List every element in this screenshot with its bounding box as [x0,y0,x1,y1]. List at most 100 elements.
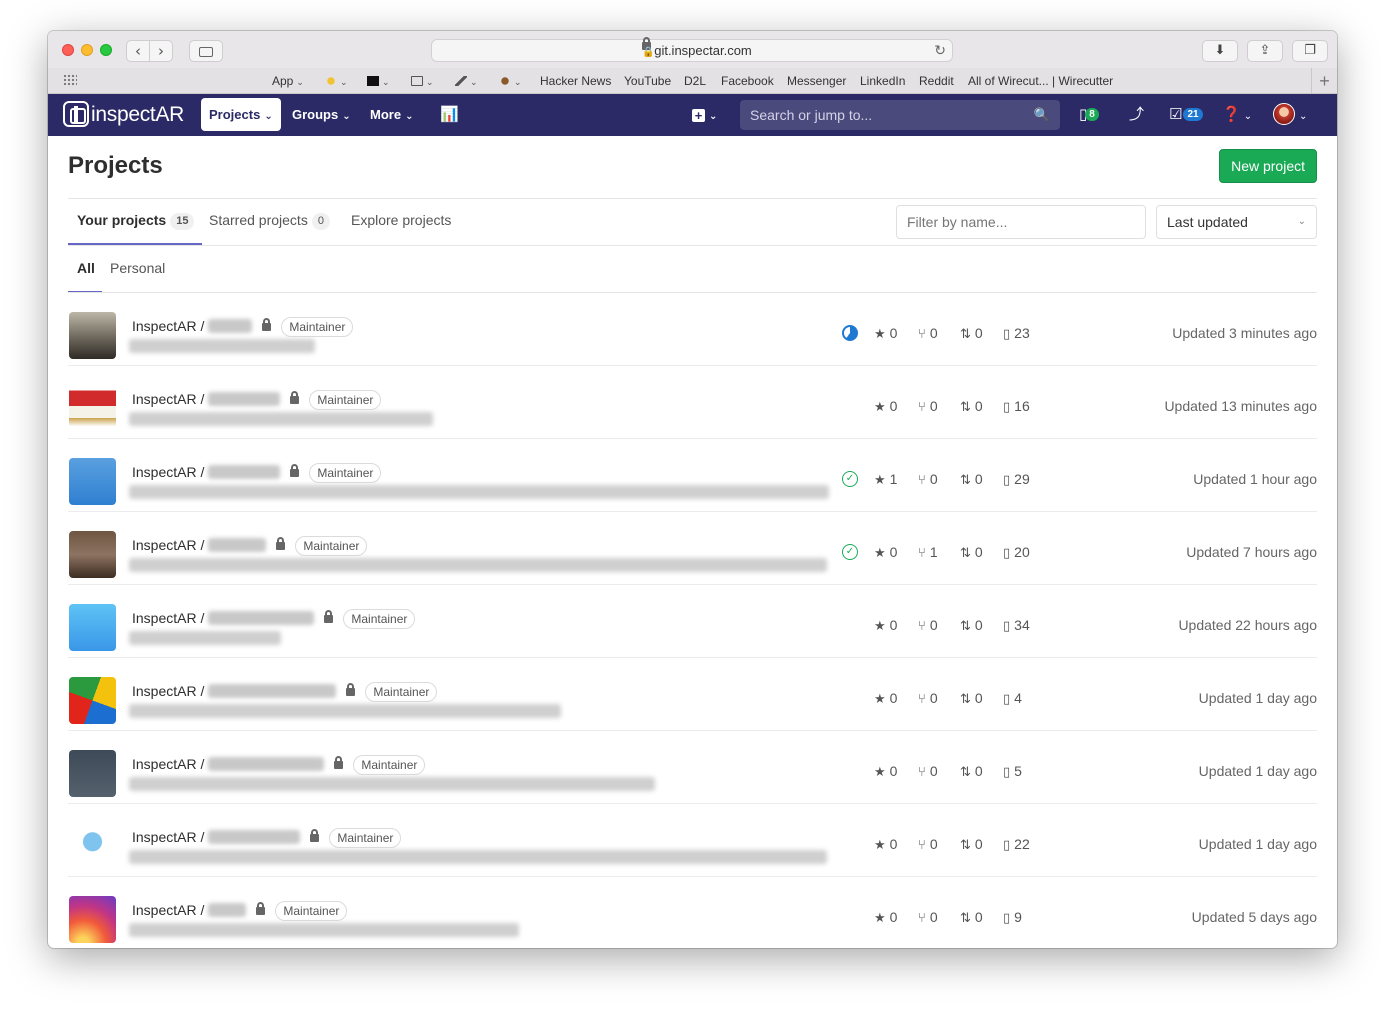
issues-count[interactable]: ▯ 9 [1003,909,1022,926]
help-dropdown[interactable]: ❓ ⌄ [1222,94,1252,136]
inspectar-logo[interactable]: inspectAR [63,101,184,129]
stars-count[interactable]: ★ 0 [874,909,897,926]
minimize-window-button[interactable] [81,44,93,56]
downloads-button[interactable]: ⬇ [1202,40,1238,62]
stars-count[interactable]: ★ 0 [874,325,897,342]
stars-count[interactable]: ★ 0 [874,690,897,707]
issues-count[interactable]: ▯ 29 [1003,471,1030,488]
pipeline-running-icon[interactable] [842,325,858,341]
project-name-link[interactable]: InspectAR / Maintainer [132,389,382,410]
nav-more-dropdown[interactable]: More ⌄ [362,98,421,131]
sidebar-toggle-button[interactable] [189,40,223,62]
stars-count[interactable]: ★ 0 [874,398,897,415]
project-row[interactable]: InspectAR / Maintainer ★ 0 ⑂ 0 ⇅ 0 ▯ 34 Updat… [68,585,1317,658]
forks-count[interactable]: ⑂ 1 [918,544,938,561]
project-row[interactable]: InspectAR / Maintainer ★ 0 ⑂ 0 ⇅ 0 ▯ 5 Update… [68,731,1317,804]
project-avatar[interactable] [69,531,116,578]
project-name-link[interactable]: InspectAR / Maintainer [132,900,348,921]
favorite-facebook[interactable]: Facebook [721,68,774,94]
new-project-button[interactable]: New project [1219,149,1317,183]
merge-requests-count[interactable]: ⇅ 0 [960,836,983,853]
project-avatar[interactable] [69,385,116,432]
project-name-link[interactable]: InspectAR / Maintainer [132,681,438,702]
project-name-link[interactable]: InspectAR / Maintainer [132,462,382,483]
tab-overview-button[interactable]: ❐ [1292,40,1328,62]
favorite-youtube[interactable]: YouTube [624,68,671,94]
favorite-hacker-news[interactable]: Hacker News [540,68,611,94]
favorite-d2l[interactable]: D2L [684,68,706,94]
forks-count[interactable]: ⑂ 0 [918,763,938,780]
project-name-link[interactable]: InspectAR / Maintainer [132,827,402,848]
issues-count[interactable]: ▯ 23 [1003,325,1030,342]
stars-count[interactable]: ★ 0 [874,763,897,780]
project-avatar[interactable] [69,604,116,651]
merge-requests-count[interactable]: ⇅ 0 [960,544,983,561]
issues-count[interactable]: ▯ 20 [1003,544,1030,561]
project-name-link[interactable]: InspectAR / Maintainer [132,608,416,629]
user-menu-dropdown[interactable]: ⌄ [1273,94,1307,136]
forward-button[interactable]: › [149,40,173,62]
merge-requests-count[interactable]: ⇅ 0 [960,471,983,488]
issues-count[interactable]: ▯ 22 [1003,836,1030,853]
pipeline-passed-icon[interactable]: ✓ [842,544,858,560]
tab-explore-projects[interactable]: Explore projects [351,212,451,228]
sort-select[interactable]: Last updated ⌄ [1156,205,1317,239]
project-name-link[interactable]: InspectAR / Maintainer [132,535,368,556]
stars-count[interactable]: ★ 1 [874,471,897,488]
project-row[interactable]: InspectAR / Maintainer ✓ ★ 0 ⑂ 1 ⇅ 0 ▯ 20 Upd… [68,512,1317,585]
forks-count[interactable]: ⑂ 0 [918,617,938,634]
favorite-lightbulb[interactable]: ⌄ [325,68,348,95]
tab-your-projects[interactable]: Your projects 15 [77,212,195,230]
project-avatar[interactable] [69,312,116,359]
merge-requests-button[interactable]: ⤴ [1129,94,1144,136]
favorite-wirecutter[interactable]: All of Wirecut... | Wirecutter [968,68,1113,94]
project-avatar[interactable] [69,823,116,870]
project-name-link[interactable]: InspectAR / Maintainer [132,754,426,775]
tab-starred-projects[interactable]: Starred projects 0 [209,212,330,230]
close-window-button[interactable] [62,44,74,56]
merge-requests-count[interactable]: ⇅ 0 [960,325,983,342]
share-button[interactable]: ⇪ [1247,40,1283,62]
favorite-book[interactable]: ⌄ [411,68,434,95]
merge-requests-count[interactable]: ⇅ 0 [960,398,983,415]
issues-button[interactable]: ▯ 8 [1079,94,1099,136]
favorite-microscope[interactable]: ⌄ [455,68,478,95]
merge-requests-count[interactable]: ⇅ 0 [960,690,983,707]
new-item-dropdown[interactable]: + ⌄ [684,98,725,131]
favorite-black-square[interactable]: ⌄ [367,68,390,95]
issues-count[interactable]: ▯ 5 [1003,763,1022,780]
favorite-messenger[interactable]: Messenger [787,68,846,94]
forks-count[interactable]: ⑂ 0 [918,909,938,926]
project-avatar[interactable] [69,750,116,797]
filter-by-name-input[interactable] [896,205,1146,239]
project-row[interactable]: InspectAR / Maintainer ★ 0 ⑂ 0 ⇅ 0 ▯ 4 Update… [68,658,1317,731]
zoom-window-button[interactable] [100,44,112,56]
stars-count[interactable]: ★ 0 [874,544,897,561]
subtab-personal[interactable]: Personal [110,260,165,276]
issues-count[interactable]: ▯ 34 [1003,617,1030,634]
project-avatar[interactable] [69,458,116,505]
project-row[interactable]: InspectAR / Maintainer ★ 0 ⑂ 0 ⇅ 0 ▯ 22 Updat… [68,804,1317,877]
apps-grid-icon[interactable] [63,74,77,86]
subtab-all[interactable]: All [77,260,95,276]
merge-requests-count[interactable]: ⇅ 0 [960,617,983,634]
merge-requests-count[interactable]: ⇅ 0 [960,763,983,780]
forks-count[interactable]: ⑂ 0 [918,471,938,488]
stars-count[interactable]: ★ 0 [874,836,897,853]
reload-icon[interactable]: ↻ [934,40,946,61]
favorite-reddit[interactable]: Reddit [919,68,954,94]
project-row[interactable]: InspectAR / Maintainer ★ 0 ⑂ 0 ⇅ 0 ▯ 23 Updat… [68,293,1317,366]
address-bar[interactable]: 🔒git.inspectar.com ↻ [431,37,953,62]
project-row[interactable]: InspectAR / Maintainer ✓ ★ 1 ⑂ 0 ⇅ 0 ▯ 29 Upd… [68,439,1317,512]
forks-count[interactable]: ⑂ 0 [918,836,938,853]
issues-count[interactable]: ▯ 16 [1003,398,1030,415]
search-input[interactable]: Search or jump to... 🔍 [740,100,1060,130]
favorite-dog[interactable]: ⌄ [499,68,522,95]
back-button[interactable]: ‹ [126,40,150,62]
pipeline-passed-icon[interactable]: ✓ [842,471,858,487]
nav-activity-chart[interactable]: 📊 [432,98,467,131]
nav-groups-dropdown[interactable]: Groups ⌄ [284,98,359,131]
forks-count[interactable]: ⑂ 0 [918,325,938,342]
favorite-app[interactable]: App ⌄ [272,68,304,95]
issues-count[interactable]: ▯ 4 [1003,690,1022,707]
